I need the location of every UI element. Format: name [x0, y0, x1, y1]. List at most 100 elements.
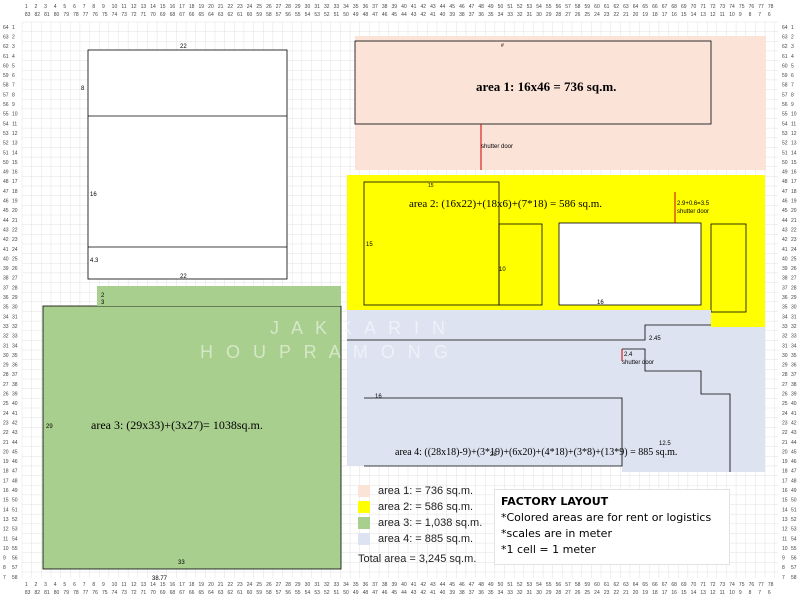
ruler-tick-label: 44: [440, 582, 446, 588]
ruler-tick-label: 17: [179, 582, 185, 588]
ruler-tick-label: 21: [218, 4, 224, 10]
ruler-tick-label: 27: [3, 382, 9, 388]
ruler-tick-label: 3: [44, 582, 47, 588]
ruler-tick-label: 1: [791, 25, 794, 31]
ruler-tick-label: 16: [782, 488, 788, 494]
ruler-tick-label: 73: [121, 12, 127, 18]
ruler-tick-label: 12: [12, 131, 18, 137]
ruler-tick-label: 33: [507, 590, 513, 596]
ruler-tick-label: 49: [353, 12, 359, 18]
ruler-tick-label: 23: [604, 12, 610, 18]
ruler-tick-label: 31: [791, 314, 797, 320]
area-2-zone-right: [711, 310, 765, 327]
ruler-tick-label: 19: [791, 199, 797, 205]
ruler-tick-label: 46: [782, 199, 788, 205]
ruler-tick-label: 32: [324, 582, 330, 588]
ruler-tick-label: 11: [720, 590, 725, 596]
ruler-tick-label: 63: [623, 4, 629, 10]
ruler-tick-label: 18: [652, 590, 658, 596]
ruler-tick-label: 57: [565, 4, 571, 10]
ruler-tick-label: 16: [170, 4, 176, 10]
ruler-tick-label: 38: [459, 590, 465, 596]
ruler-tick-label: 45: [392, 590, 398, 596]
ruler-tick-label: 55: [3, 112, 9, 118]
ruler-tick-label: 26: [3, 392, 9, 398]
ruler-tick-label: 47: [372, 12, 378, 18]
ruler-tick-label: 41: [791, 411, 797, 417]
legend-swatch: [358, 517, 370, 529]
ruler-tick-label: 15: [160, 4, 166, 10]
ruler-tick-label: 41: [430, 12, 436, 18]
ruler-tick-label: 82: [34, 590, 40, 596]
ruler-tick-label: 52: [324, 590, 330, 596]
ruler-tick-label: 40: [782, 256, 788, 262]
legend-item-area-2: area 2: = 586 sq.m.: [358, 499, 483, 515]
ruler-tick-label: 58: [575, 582, 581, 588]
ruler-tick-label: 67: [662, 582, 668, 588]
ruler-tick-label: 16: [671, 12, 677, 18]
ruler-tick-label: 66: [189, 12, 195, 18]
ruler-tick-label: 33: [334, 582, 340, 588]
ruler-tick-label: 10: [782, 546, 788, 552]
ruler-tick-label: 38: [382, 4, 388, 10]
ruler-tick-label: 21: [3, 440, 9, 446]
dim-15: 15: [366, 242, 373, 248]
ruler-tick-label: 58: [575, 4, 581, 10]
ruler-tick-label: 27: [565, 12, 571, 18]
ruler-tick-label: 7: [791, 83, 794, 89]
ruler-tick-label: 35: [488, 12, 494, 18]
ruler-tick-label: 28: [782, 372, 788, 378]
ruler-tick-label: 17: [179, 4, 185, 10]
ruler-tick-label: 52: [782, 141, 788, 147]
ruler-tick-label: 36: [3, 295, 9, 301]
ruler-tick-label: 30: [3, 353, 9, 359]
ruler-tick-label: 53: [314, 590, 320, 596]
dim-16-area4: 16: [375, 394, 382, 400]
ruler-tick-label: 30: [305, 582, 311, 588]
ruler-tick-label: 34: [791, 343, 797, 349]
ruler-tick-label: 51: [507, 582, 513, 588]
ruler-tick-label: 35: [791, 353, 797, 359]
info-line-3: *1 cell = 1 meter: [501, 543, 596, 556]
ruler-tick-label: 58: [266, 12, 272, 18]
ruler-tick-label: 23: [791, 237, 797, 243]
ruler-tick-label: 23: [782, 420, 788, 426]
ruler-tick-label: 5: [791, 63, 794, 69]
ruler-tick-label: 27: [791, 276, 797, 282]
ruler-tick-label: 80: [54, 590, 60, 596]
ruler-tick-label: 60: [594, 4, 600, 10]
ruler-tick-label: 12: [131, 4, 137, 10]
ruler-tick-label: 32: [782, 334, 788, 340]
ruler-tick-label: 48: [791, 478, 797, 484]
area-2-opening-white: [558, 222, 702, 306]
ruler-tick-label: 74: [729, 4, 735, 10]
ruler-tick-label: 24: [782, 411, 788, 417]
ruler-tick-label: 22: [782, 430, 788, 436]
ruler-tick-label: 10: [791, 112, 797, 118]
ruler-tick-label: 33: [3, 324, 9, 330]
ruler-tick-label: 44: [3, 218, 9, 224]
ruler-tick-label: 41: [12, 411, 18, 417]
ruler-tick-label: 71: [141, 590, 147, 596]
dim-28: 28: [490, 452, 497, 458]
ruler-tick-label: 34: [782, 314, 788, 320]
ruler-tick-label: 47: [469, 4, 475, 10]
ruler-tick-label: 42: [420, 12, 426, 18]
ruler-tick-label: 15: [681, 12, 687, 18]
ruler-tick-label: 9: [12, 102, 15, 108]
ruler-tick-label: 3: [44, 4, 47, 10]
ruler-tick-label: 16: [3, 488, 9, 494]
ruler-tick-label: 51: [791, 507, 797, 513]
ruler-tick-label: 43: [3, 227, 9, 233]
ruler-tick-label: 31: [12, 314, 18, 320]
ruler-tick-label: 8: [12, 92, 15, 98]
ruler-tick-label: 6: [791, 73, 794, 79]
ruler-tick-label: 62: [227, 590, 233, 596]
ruler-tick-label: 7: [83, 4, 86, 10]
ruler-tick-label: 15: [782, 498, 788, 504]
ruler-tick-label: 20: [3, 449, 9, 455]
ruler-tick-label: 7: [83, 582, 86, 588]
ruler-tick-label: 29: [782, 363, 788, 369]
ruler-tick-label: 28: [285, 4, 291, 10]
ruler-tick-label: 58: [266, 590, 272, 596]
